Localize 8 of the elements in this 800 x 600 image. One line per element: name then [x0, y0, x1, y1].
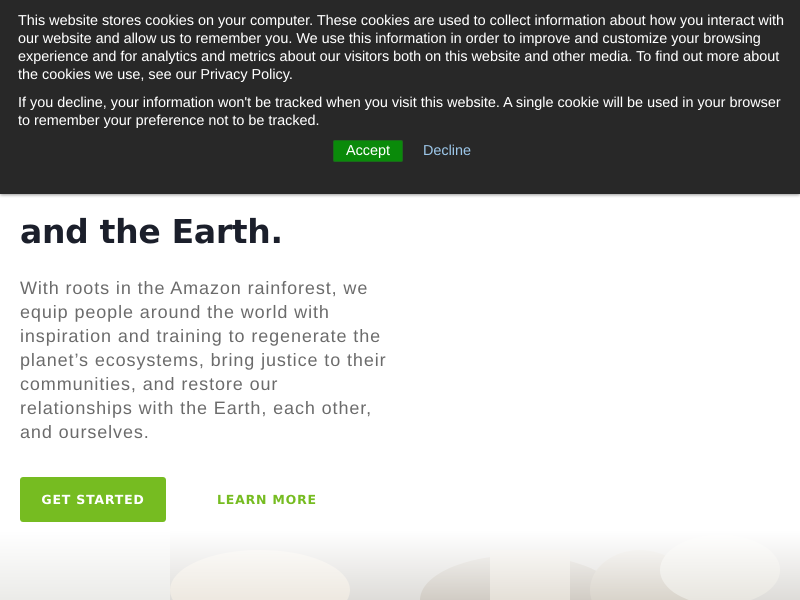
cookie-notice-text: If you decline, your information won't be tracked when you visit this website. A single cookie will be used in your browser to remember your preference not to be tracked.: [18, 94, 782, 130]
get-started-button[interactable]: GET STARTED: [20, 477, 166, 522]
accept-button[interactable]: Accept: [333, 140, 403, 162]
decline-button[interactable]: Decline: [423, 140, 471, 162]
learn-more-link[interactable]: LEARN MORE: [217, 492, 317, 507]
hero-heading: and the Earth.: [20, 211, 284, 253]
cookie-notice-text: This website stores cookies on your computer. These cookies are used to collect information about how you interact with our website and allow us to remember you. We use this information in order to improve and customize your browsing experience and for analytics and metrics about our visitors both on this website and other media. To find out more about the cookies we use, see our Privacy Policy.: [18, 12, 786, 84]
hero-description: With roots in the Amazon rainforest, we equip people around the world with inspiration and training to regenerate the planet’s ecosystems, bring justice to their communities, and restore our relationships with the Earth, each other, and ourselves.: [20, 277, 388, 444]
